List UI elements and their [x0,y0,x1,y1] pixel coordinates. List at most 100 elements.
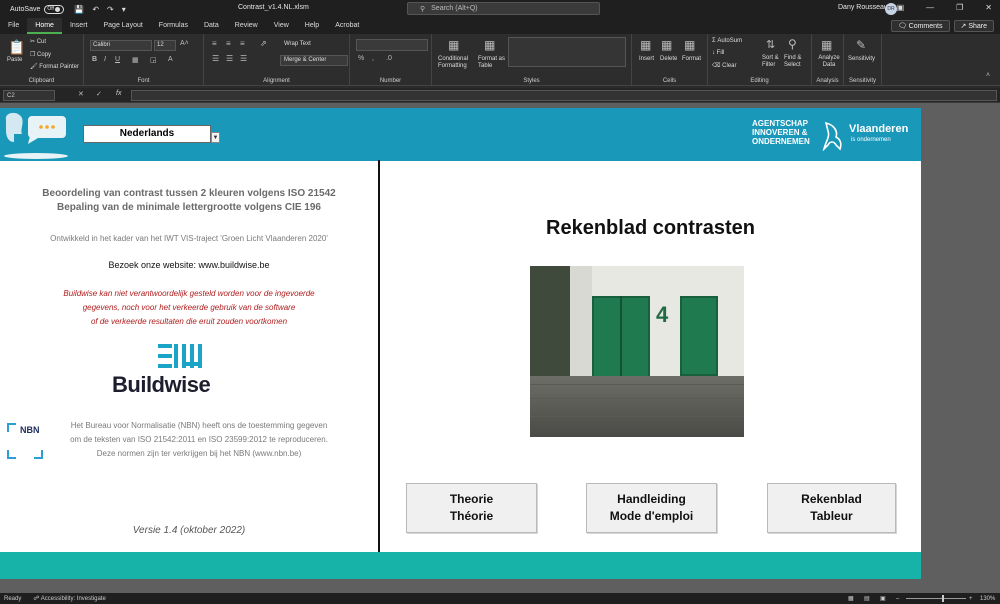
number-group: % , .0 Number [350,34,432,86]
manual-button[interactable]: Handleiding Mode d'emploi [586,483,717,533]
font-size-select[interactable]: 12 [154,40,176,51]
language-dropdown-arrow-icon[interactable]: ▼ [211,132,220,143]
format-painter-button[interactable]: 🖌 Format Painter [30,63,79,70]
find-select-icon[interactable]: ⚲ [788,37,797,51]
comments-button[interactable]: 🗨 Comments [890,20,950,32]
tab-acrobat[interactable]: Acrobat [327,18,367,34]
header-divider [0,160,921,161]
sort-filter-icon[interactable]: ⇅ [766,38,775,51]
cut-button[interactable]: ✂ Cut [30,38,46,45]
tab-formulas[interactable]: Formulas [151,18,196,34]
zoom-out-icon[interactable]: – [896,596,899,602]
worksheet[interactable]: Nederlands ▼ AGENTSCHAP INNOVEREN & ONDE… [0,108,921,579]
cancel-entry-icon[interactable]: ✕ [78,90,84,98]
zoom-slider[interactable] [906,595,966,602]
format-as-table-icon[interactable]: ▦ [484,38,495,52]
tab-file[interactable]: File [0,18,27,34]
align-middle-icon[interactable]: ≡ [226,39,231,48]
percent-style-icon[interactable]: % [358,55,364,62]
page-layout-view-icon[interactable]: ▤ [864,595,870,602]
tab-insert[interactable]: Insert [62,18,96,34]
analyze-data-button[interactable]: Analyze Data [815,55,843,69]
normal-view-icon[interactable]: ▦ [848,595,854,602]
enter-entry-icon[interactable]: ✓ [96,90,102,98]
collapse-ribbon-icon[interactable]: ˄ [986,72,990,79]
autosave-toggle[interactable]: AutoSave Off [10,4,65,14]
customize-qat-icon[interactable]: ▾ [122,5,126,14]
fill-button[interactable]: ↓ Fill [712,50,724,56]
font-color-icon[interactable]: A [168,56,173,63]
tab-home[interactable]: Home [27,18,62,34]
autosave-switch[interactable]: Off [44,4,65,14]
cell-styles-gallery[interactable] [508,37,626,67]
orientation-icon[interactable]: ⇗ [260,39,267,48]
tab-review[interactable]: Review [227,18,266,34]
save-icon[interactable]: 💾 [74,5,84,14]
page-break-view-icon[interactable]: ▣ [880,595,886,602]
tab-view[interactable]: View [266,18,297,34]
paste-button[interactable]: Paste [7,57,22,63]
fill-color-icon[interactable]: ◲ [150,56,157,64]
align-bottom-icon[interactable]: ≡ [240,39,245,48]
delete-cells-button[interactable]: Delete [660,56,677,62]
alignment-group-label: Alignment [263,78,290,84]
wrap-text-button[interactable]: Wrap Text [284,41,311,47]
font-name-select[interactable]: Calibri [90,40,152,51]
autosum-button[interactable]: Σ AutoSum [712,38,742,44]
sensitivity-button[interactable]: Sensitivity [848,56,875,62]
tab-page-layout[interactable]: Page Layout [95,18,150,34]
insert-cells-icon[interactable]: ▦ [640,38,651,52]
merge-center-button[interactable]: Merge & Center [280,55,348,66]
align-left-icon[interactable]: ☰ [212,54,219,63]
language-select[interactable]: Nederlands [83,125,211,143]
version-text: Versie 1.4 (oktober 2022) [132,525,246,536]
spreadsheet-button[interactable]: Rekenblad Tableur [767,483,896,533]
avatar[interactable]: DR [885,3,897,15]
insert-function-icon[interactable]: fx [116,90,121,97]
format-as-table-button[interactable]: Format as Table [478,56,510,70]
zoom-slider-thumb[interactable] [942,595,944,602]
close-icon[interactable]: ✕ [985,3,992,12]
user-name[interactable]: Dany Rousseau [838,4,888,11]
search-box[interactable]: ⚲ Search (Alt+Q) [407,2,600,15]
align-right-icon[interactable]: ☰ [240,54,247,63]
theory-button[interactable]: Theorie Théorie [406,483,537,533]
restore-icon[interactable]: ❐ [956,3,963,12]
formula-input[interactable] [131,90,997,101]
format-cells-icon[interactable]: ▦ [684,38,695,52]
zoom-in-icon[interactable]: + [969,596,973,602]
align-top-icon[interactable]: ≡ [212,39,217,48]
sensitivity-icon[interactable]: ✎ [856,38,866,52]
borders-icon[interactable]: ▦ [132,56,139,64]
redo-icon[interactable]: ↷ [107,5,114,14]
paste-icon[interactable]: 📋 [8,39,25,56]
delete-cells-icon[interactable]: ▦ [661,38,672,52]
tab-help[interactable]: Help [297,18,327,34]
share-button[interactable]: ↗ Share [953,20,994,32]
underline-icon[interactable]: U [115,56,120,63]
comma-style-icon[interactable]: , [372,55,374,62]
bold-icon[interactable]: B [92,56,97,63]
tab-data[interactable]: Data [196,18,227,34]
insert-cells-button[interactable]: Insert [639,56,654,62]
number-format-select[interactable] [356,39,428,51]
find-select-button[interactable]: Find & Select [784,55,812,69]
font-grow-icon[interactable]: A˄ [180,40,189,47]
minimize-icon[interactable]: — [926,3,934,12]
clear-button[interactable]: ⌫ Clear [712,62,737,69]
ribbon-display-icon[interactable]: ▣ [897,3,905,12]
italic-icon[interactable]: I [104,56,106,63]
increase-decimal-icon[interactable]: .0 [386,55,392,62]
zoom-level[interactable]: 130% [980,596,995,602]
copy-button[interactable]: ❐ Copy [30,51,51,58]
website-text[interactable]: Bezoek onze website: www.buildwise.be [0,260,378,270]
conditional-formatting-icon[interactable]: ▦ [448,38,459,52]
vlaanderen-subtitle: is ondernemen [851,137,891,143]
undo-icon[interactable]: ↶ [92,5,99,14]
format-cells-button[interactable]: Format [682,56,701,62]
accessibility-status[interactable]: ☍ Accessibility: Investigate [33,595,105,602]
analyze-data-icon[interactable]: ▦ [821,38,832,52]
align-center-icon[interactable]: ☰ [226,54,233,63]
name-box[interactable]: C2 [3,90,55,101]
buildwise-name: Buildwise [112,372,211,397]
